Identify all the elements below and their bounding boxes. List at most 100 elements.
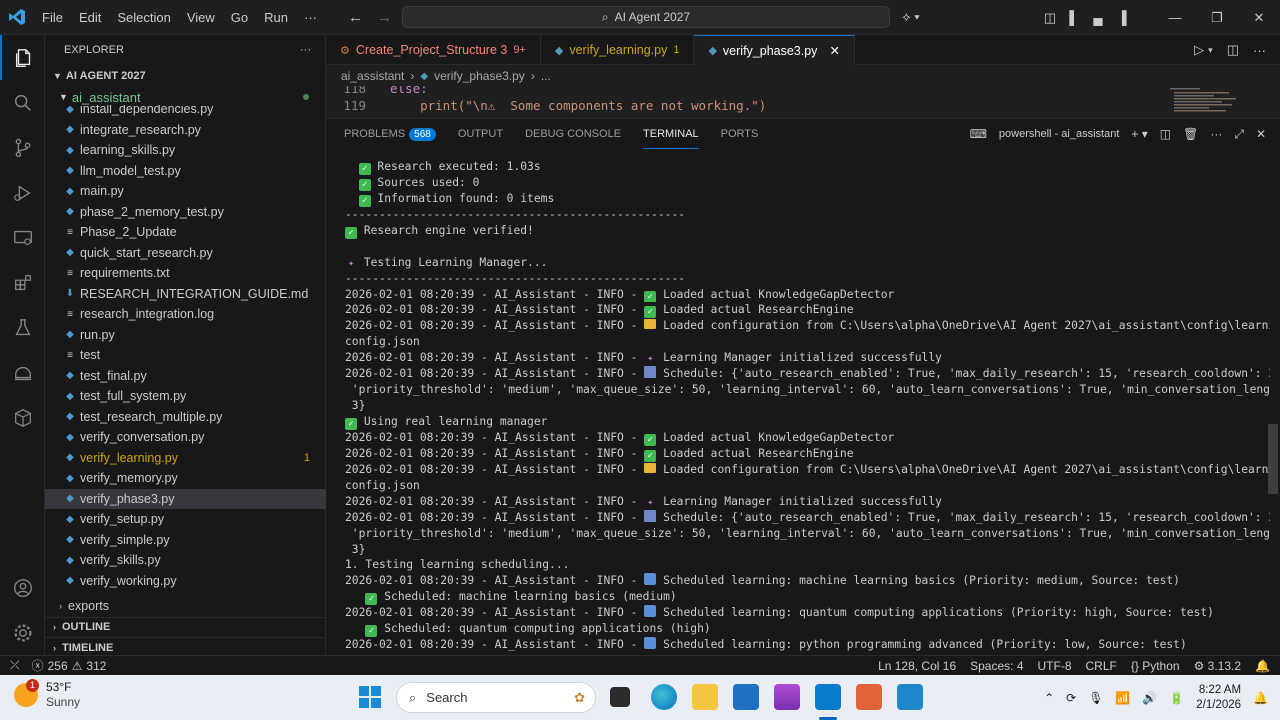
edge-browser-icon[interactable] bbox=[651, 684, 677, 710]
menu-item[interactable]: Go bbox=[223, 0, 256, 35]
wifi-icon[interactable]: 📶 bbox=[1115, 691, 1130, 705]
battery-icon[interactable]: 🔋 bbox=[1169, 691, 1184, 705]
file-item[interactable]: ◆ main.py bbox=[45, 181, 326, 202]
terminal-scrollbar[interactable] bbox=[1268, 424, 1278, 494]
new-terminal-icon[interactable]: + ▾ bbox=[1131, 127, 1147, 141]
editor-tab[interactable]: ◆ verify_phase3.py ✕ bbox=[694, 35, 855, 65]
account-icon[interactable] bbox=[0, 565, 45, 610]
menu-item[interactable]: ··· bbox=[296, 0, 325, 35]
minimap[interactable] bbox=[1170, 86, 1250, 118]
toggle-panel-icon[interactable]: ▄ bbox=[1086, 10, 1110, 25]
tab-problems[interactable]: PROBLEMS 568 bbox=[344, 119, 436, 149]
copilot-icon[interactable]: ⟡ ▾ bbox=[902, 9, 920, 25]
close-tab-icon[interactable]: ✕ bbox=[829, 43, 839, 58]
remote-indicator-icon[interactable]: ⤫ bbox=[10, 658, 20, 673]
chevron-down-icon[interactable]: ▾ bbox=[1208, 45, 1213, 56]
file-item[interactable]: ◆ verify_simple.py bbox=[45, 530, 326, 551]
file-item[interactable]: ◆ verify_learning.py 1 bbox=[45, 448, 326, 469]
menu-item[interactable]: Run bbox=[256, 0, 296, 35]
store-icon[interactable] bbox=[733, 684, 759, 710]
app-blue-icon[interactable] bbox=[897, 684, 923, 710]
menu-item[interactable]: Edit bbox=[71, 0, 109, 35]
containers-icon[interactable] bbox=[0, 395, 45, 440]
maximize-panel-icon[interactable]: ⤢ bbox=[1234, 127, 1244, 142]
folder-ai-assistant[interactable]: ▼ ai_assistant bbox=[45, 87, 325, 107]
testing-icon[interactable] bbox=[0, 305, 45, 350]
file-item[interactable]: ⬇ RESEARCH_INTEGRATION_GUIDE.md bbox=[45, 284, 326, 305]
file-item[interactable]: ◆ test_research_multiple.py bbox=[45, 407, 326, 428]
file-item[interactable]: ◆ learning_skills.py bbox=[45, 140, 326, 161]
tab-ports[interactable]: PORTS bbox=[721, 119, 759, 149]
python-interpreter[interactable]: ⚙ 3.13.2 bbox=[1194, 659, 1241, 673]
menu-item[interactable]: File bbox=[34, 0, 71, 35]
file-item[interactable]: ≡ research_integration.log bbox=[45, 304, 326, 325]
editor-tab[interactable]: ◆ verify_learning.py 1 bbox=[541, 35, 695, 65]
windows-start-icon[interactable] bbox=[359, 686, 381, 708]
indentation[interactable]: Spaces: 4 bbox=[970, 659, 1023, 673]
back-arrow-icon[interactable]: ← bbox=[348, 9, 363, 26]
split-editor-icon[interactable]: ◫ bbox=[1227, 42, 1239, 58]
menu-item[interactable]: View bbox=[179, 0, 223, 35]
terminal-shell-label[interactable]: powershell - ai_assistant bbox=[999, 128, 1119, 140]
tab-terminal[interactable]: TERMINAL bbox=[643, 119, 699, 149]
file-item[interactable]: ◆ llm_model_test.py bbox=[45, 161, 326, 182]
clock[interactable]: 8:22 AM 2/1/2026 bbox=[1196, 683, 1241, 713]
file-item[interactable]: ◆ verify_setup.py bbox=[45, 509, 326, 530]
file-item[interactable]: ≡ Phase_2_Update bbox=[45, 222, 326, 243]
vscode-taskbar-icon[interactable] bbox=[815, 684, 841, 710]
more-actions-icon[interactable]: ··· bbox=[1253, 43, 1266, 58]
weather-widget[interactable]: 1 53°F Sunny bbox=[14, 679, 80, 710]
task-view-icon[interactable] bbox=[610, 687, 630, 707]
file-item[interactable]: ◆ test_full_system.py bbox=[45, 386, 326, 407]
file-item[interactable]: ≡ test bbox=[45, 345, 326, 366]
file-item[interactable]: ◆ verify_phase3.py bbox=[45, 488, 326, 509]
layout-customize-icon[interactable]: ◫ bbox=[1038, 10, 1062, 26]
breadcrumb-file[interactable]: verify_phase3.py bbox=[434, 69, 525, 83]
app-orange-icon[interactable] bbox=[856, 684, 882, 710]
tab-debug-console[interactable]: DEBUG CONSOLE bbox=[525, 119, 621, 149]
extensions-icon[interactable] bbox=[0, 260, 45, 305]
taskbar-search[interactable]: ⌕ Search ✿ bbox=[396, 682, 596, 713]
editor-tab[interactable]: ⚙ Create_Project_Structure 3 9+ bbox=[326, 35, 541, 65]
file-item[interactable]: ◆ quick_start_research.py bbox=[45, 243, 326, 264]
search-view-icon[interactable] bbox=[0, 80, 45, 125]
command-center-search[interactable]: ⌕ AI Agent 2027 bbox=[402, 6, 890, 28]
file-item[interactable]: ◆ verify_working.py bbox=[45, 571, 326, 592]
more-actions-icon[interactable]: ··· bbox=[300, 44, 311, 56]
toggle-sidebar-icon[interactable]: ▌ bbox=[1062, 10, 1086, 25]
file-item[interactable]: ≡ requirements.txt bbox=[45, 263, 326, 284]
workspace-root[interactable]: ▼ AI AGENT 2027 bbox=[45, 65, 325, 87]
restore-icon[interactable]: ❐ bbox=[1196, 10, 1238, 26]
split-terminal-icon[interactable]: ◫ bbox=[1160, 127, 1171, 141]
file-item[interactable]: ◆ verify_skills.py bbox=[45, 550, 326, 571]
end-of-line[interactable]: CRLF bbox=[1086, 659, 1117, 673]
settings-gear-icon[interactable] bbox=[0, 610, 45, 655]
terminal-output[interactable]: ✓ Research executed: 1.03s ✓ Sources use… bbox=[345, 159, 1270, 656]
file-item[interactable]: ◆ test_final.py bbox=[45, 366, 326, 387]
breadcrumb-folder[interactable]: ai_assistant bbox=[341, 69, 404, 83]
file-item[interactable]: ◆ integrate_research.py bbox=[45, 120, 326, 141]
close-panel-icon[interactable]: ✕ bbox=[1256, 127, 1266, 141]
kill-terminal-icon[interactable]: 🗑 bbox=[1183, 127, 1198, 141]
microphone-icon[interactable]: 🎙 bbox=[1088, 691, 1103, 705]
forward-arrow-icon[interactable]: → bbox=[377, 9, 392, 26]
explorer-icon[interactable] bbox=[0, 35, 45, 80]
file-item[interactable]: ◆ verify_conversation.py bbox=[45, 427, 326, 448]
copilot-chat-icon[interactable] bbox=[0, 350, 45, 395]
source-control-icon[interactable] bbox=[0, 125, 45, 170]
minimize-icon[interactable]: — bbox=[1154, 10, 1196, 25]
notifications-bell-icon[interactable]: 🔔 bbox=[1255, 659, 1270, 673]
more-actions-icon[interactable]: ··· bbox=[1210, 127, 1222, 141]
sync-icon[interactable]: ⟳ bbox=[1066, 691, 1076, 705]
breadcrumb-more[interactable]: ... bbox=[541, 69, 551, 83]
menu-item[interactable]: Selection bbox=[109, 0, 178, 35]
close-window-icon[interactable]: ✕ bbox=[1238, 10, 1280, 26]
toggle-secondary-sidebar-icon[interactable]: ▐ bbox=[1110, 10, 1134, 25]
file-item[interactable]: ◆ verify_memory.py bbox=[45, 468, 326, 489]
file-explorer-icon[interactable] bbox=[692, 684, 718, 710]
problems-status[interactable]: ⓧ 256 ⚠ 312 bbox=[32, 657, 107, 674]
file-item[interactable]: ◆ run.py bbox=[45, 325, 326, 346]
file-item[interactable]: ◆ install_dependencies.py bbox=[45, 105, 326, 120]
folder-exports[interactable]: › exports bbox=[45, 596, 326, 617]
app-purple-icon[interactable] bbox=[774, 684, 800, 710]
